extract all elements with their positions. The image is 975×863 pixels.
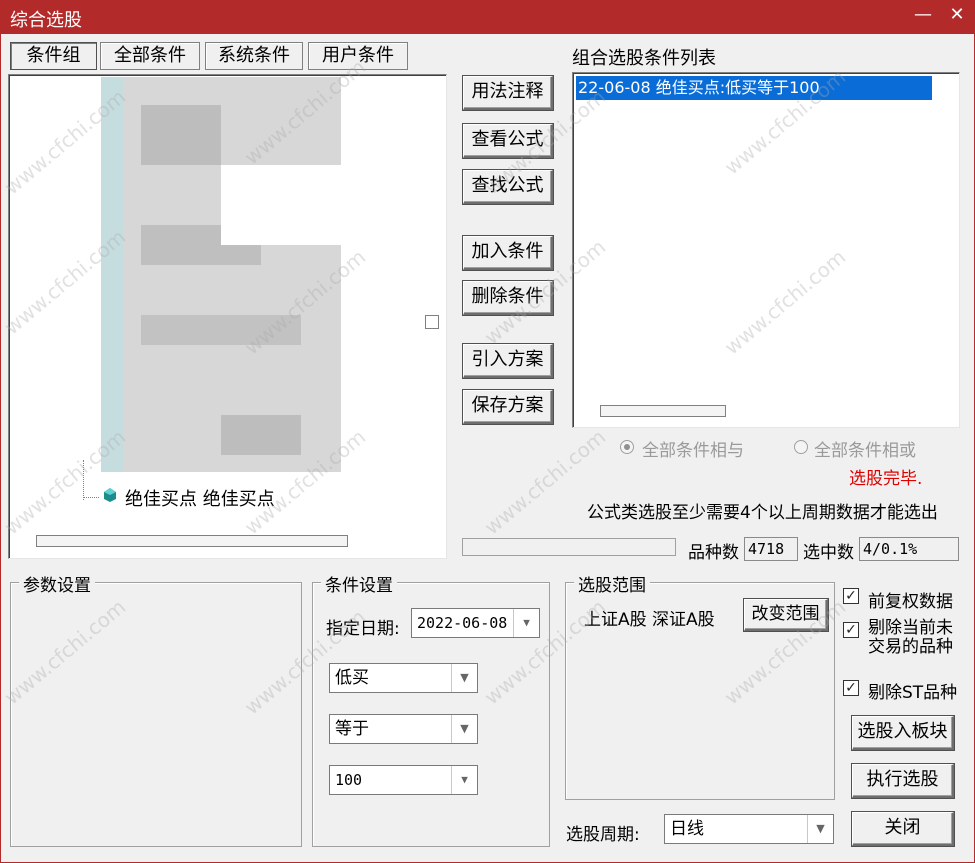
condition-settings-legend: 条件设置 bbox=[321, 571, 397, 596]
save-scheme-button[interactable]: 保存方案 bbox=[463, 390, 553, 424]
radio-dot-icon bbox=[624, 444, 630, 450]
chevron-down-icon[interactable]: ▼ bbox=[513, 609, 539, 637]
condition-list-item[interactable]: 22-06-08 绝佳买点:低买等于100 bbox=[576, 76, 932, 100]
operator-select[interactable]: 等于 ▼ bbox=[329, 714, 478, 744]
close-button[interactable]: 关闭 bbox=[852, 812, 954, 846]
view-formula-button[interactable]: 查看公式 bbox=[463, 124, 553, 158]
title-bar: 综合选股 — ✕ bbox=[0, 0, 975, 34]
or-radio[interactable] bbox=[794, 440, 808, 454]
range-text: 上证A股 深证A股 bbox=[584, 610, 715, 630]
period-select-value: 日线 bbox=[670, 819, 704, 839]
tree-item-label[interactable]: 绝佳买点 绝佳买点 bbox=[125, 485, 275, 511]
date-value: 2022-06-08 bbox=[417, 614, 508, 632]
blurred-block bbox=[141, 105, 221, 165]
count-value: 4718 bbox=[744, 537, 798, 561]
params-legend: 参数设置 bbox=[19, 571, 95, 596]
and-radio[interactable] bbox=[620, 440, 634, 454]
condition-list-title: 组合选股条件列表 bbox=[572, 48, 716, 69]
tab-condition-group[interactable]: 条件组 bbox=[10, 42, 97, 70]
condition-list[interactable]: 22-06-08 绝佳买点:低买等于100 bbox=[572, 72, 960, 428]
tree-line bbox=[83, 497, 99, 498]
change-range-button[interactable]: 改变范围 bbox=[744, 599, 828, 631]
period-label: 选股周期: bbox=[566, 825, 640, 845]
execute-button[interactable]: 执行选股 bbox=[852, 764, 954, 798]
status-note: 公式类选股至少需要4个以上周期数据才能选出 bbox=[587, 503, 938, 523]
selected-count-label: 选中数 bbox=[803, 543, 854, 563]
count-label: 品种数 bbox=[688, 543, 739, 563]
find-formula-button[interactable]: 查找公式 bbox=[463, 170, 553, 204]
date-picker[interactable]: 2022-06-08 ▼ bbox=[411, 608, 540, 638]
exclude-untraded-checkbox[interactable]: ✓ bbox=[843, 622, 859, 638]
tab-system-conditions[interactable]: 系统条件 bbox=[205, 42, 303, 70]
blurred-block bbox=[221, 415, 301, 455]
chevron-down-icon[interactable]: ▼ bbox=[451, 715, 477, 743]
import-scheme-button[interactable]: 引入方案 bbox=[463, 344, 553, 378]
window-title: 综合选股 bbox=[10, 10, 82, 31]
close-window-button[interactable]: ✕ bbox=[944, 4, 970, 25]
progress-bar bbox=[462, 538, 676, 556]
field-select[interactable]: 低买 ▼ bbox=[329, 663, 478, 693]
exclude-untraded-label: 剔除当前未交易的品种 bbox=[868, 618, 953, 657]
tree-checkbox-icon[interactable] bbox=[425, 315, 439, 329]
chevron-down-icon[interactable]: ▼ bbox=[451, 664, 477, 692]
status-done-text: 选股完毕. bbox=[849, 469, 923, 489]
adjusted-label: 前复权数据 bbox=[868, 592, 953, 612]
chevron-down-icon[interactable]: ▼ bbox=[807, 815, 833, 843]
adjusted-checkbox[interactable]: ✓ bbox=[843, 588, 859, 604]
blurred-block bbox=[141, 315, 301, 345]
formula-icon bbox=[103, 487, 117, 503]
chevron-down-icon[interactable]: ▼ bbox=[451, 766, 477, 794]
blurred-tree-icons bbox=[101, 77, 123, 472]
value-select[interactable]: 100 ▼ bbox=[329, 765, 478, 795]
period-select[interactable]: 日线 ▼ bbox=[664, 814, 834, 844]
condition-list-scrollbar[interactable] bbox=[600, 405, 726, 417]
delete-condition-button[interactable]: 删除条件 bbox=[463, 281, 553, 315]
condition-tree[interactable]: 绝佳买点 绝佳买点 bbox=[8, 74, 447, 559]
tab-all-conditions[interactable]: 全部条件 bbox=[100, 42, 200, 70]
selected-count-value: 4/0.1% bbox=[859, 537, 959, 561]
range-legend: 选股范围 bbox=[574, 571, 650, 596]
or-radio-label: 全部条件相或 bbox=[814, 441, 916, 461]
exclude-st-label: 剔除ST品种 bbox=[868, 683, 958, 703]
tree-scrollbar[interactable] bbox=[36, 535, 348, 547]
date-label: 指定日期: bbox=[326, 619, 400, 639]
params-group: 参数设置 bbox=[10, 571, 302, 847]
usage-note-button[interactable]: 用法注释 bbox=[463, 76, 553, 110]
tab-user-conditions[interactable]: 用户条件 bbox=[308, 42, 408, 70]
field-select-value: 低买 bbox=[335, 668, 369, 688]
add-condition-button[interactable]: 加入条件 bbox=[463, 236, 553, 270]
value-select-value: 100 bbox=[335, 771, 363, 789]
blurred-tree-region bbox=[101, 77, 341, 472]
and-radio-label: 全部条件相与 bbox=[642, 441, 744, 461]
minimize-button[interactable]: — bbox=[910, 4, 936, 25]
add-to-block-button[interactable]: 选股入板块 bbox=[852, 716, 954, 750]
tree-line bbox=[83, 460, 84, 500]
operator-select-value: 等于 bbox=[335, 719, 369, 739]
exclude-st-checkbox[interactable]: ✓ bbox=[843, 680, 859, 696]
blurred-block-light bbox=[221, 165, 341, 245]
